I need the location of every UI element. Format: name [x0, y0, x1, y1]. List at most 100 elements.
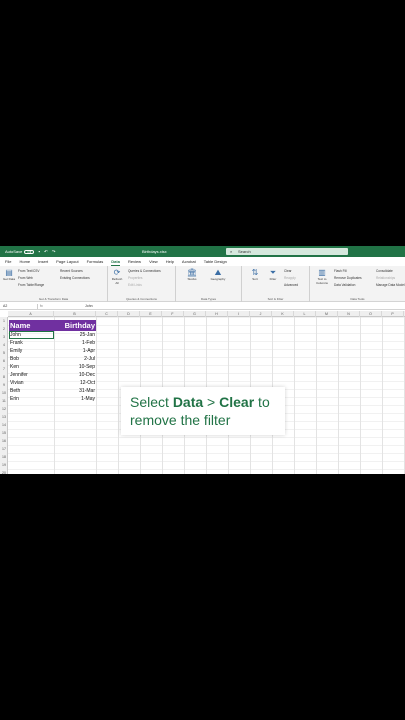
queries-connections-button[interactable]: Queries & Connections	[128, 269, 161, 273]
clear-button[interactable]: Clear	[284, 269, 292, 273]
fx-icon[interactable]: fx	[40, 304, 43, 309]
column-gridline	[294, 317, 295, 474]
stocks-icon: 🏛	[186, 268, 198, 277]
tab-data[interactable]: Data	[111, 258, 120, 266]
tab-help[interactable]: Help	[166, 258, 174, 266]
tab-view[interactable]: View	[149, 258, 158, 266]
filter-button[interactable]: ⏷ Filter	[266, 268, 280, 281]
text-to-columns-button[interactable]: ▥ Text to Columns	[314, 268, 330, 285]
row-header[interactable]: 19	[0, 461, 8, 469]
row-header[interactable]: 6	[0, 357, 8, 365]
tab-table-design[interactable]: Table Design	[204, 258, 227, 266]
group-data-types: 🏛 Stocks ⛰ Geography Data Types	[176, 266, 242, 302]
remove-duplicates-button[interactable]: Remove Duplicates	[334, 276, 362, 280]
data-validation-button[interactable]: Data Validation	[334, 283, 355, 287]
excel-window: AutoSave Off ▪ ↶ ↷ Birthdays.xlsx ⌕ Sear…	[0, 246, 405, 474]
edit-links-button[interactable]: Edit Links	[128, 283, 142, 287]
row-header[interactable]: 9	[0, 381, 8, 389]
relationships-button[interactable]: Relationships	[376, 276, 395, 280]
from-table-button[interactable]: From Table/Range	[18, 283, 44, 287]
geography-button[interactable]: ⛰ Geography	[206, 268, 230, 281]
row-header[interactable]: 1	[0, 317, 8, 325]
name-cell[interactable]: Frank	[9, 339, 54, 347]
row-header[interactable]: 8	[0, 373, 8, 381]
row-header[interactable]: 11	[0, 397, 8, 405]
group-label: Data Types	[200, 297, 217, 301]
callout-separator: >	[203, 394, 220, 410]
flash-fill-button[interactable]: Flash Fill	[334, 269, 347, 273]
birthday-cell[interactable]: 25-Jan	[54, 331, 96, 339]
row-header[interactable]: 3	[0, 333, 8, 341]
stocks-button[interactable]: 🏛 Stocks	[182, 268, 202, 281]
name-cell[interactable]: Vivian	[9, 379, 54, 387]
birthday-cell[interactable]: 31-Mar	[54, 387, 96, 395]
birthday-cell[interactable]: 10-Dec	[54, 371, 96, 379]
tab-formulas[interactable]: Formulas	[87, 258, 104, 266]
manage-data-model-button[interactable]: Manage Data Model	[376, 283, 405, 287]
name-cell[interactable]: Emily	[9, 347, 54, 355]
row-header[interactable]: 10	[0, 389, 8, 397]
search-input[interactable]: ⌕ Search	[226, 248, 348, 255]
document-title[interactable]: Birthdays.xlsx	[142, 249, 167, 254]
birthday-cell[interactable]: 10-Sep	[54, 363, 96, 371]
recent-sources-button[interactable]: Recent Sources	[60, 269, 83, 273]
row-header[interactable]: 12	[0, 405, 8, 413]
header-name-cell[interactable]: Name	[9, 320, 54, 331]
undo-icon[interactable]: ↶	[44, 249, 48, 255]
name-cell[interactable]: Bob	[9, 355, 54, 363]
row-header[interactable]: 16	[0, 437, 8, 445]
birthday-cell[interactable]: 1-May	[54, 395, 96, 403]
birthday-cell[interactable]: 1-Apr	[54, 347, 96, 355]
tab-page-layout[interactable]: Page Layout	[56, 258, 78, 266]
column-gridline	[360, 317, 361, 474]
birthday-cell[interactable]: 2-Jul	[54, 355, 96, 363]
row-header[interactable]: 14	[0, 421, 8, 429]
row-header[interactable]: 4	[0, 341, 8, 349]
refresh-all-button[interactable]: ⟳ Refresh All	[110, 268, 124, 285]
name-cell[interactable]: John	[9, 331, 54, 339]
header-birthday-cell[interactable]: Birthday	[54, 320, 96, 331]
row-header[interactable]: 2	[0, 325, 8, 333]
redo-icon[interactable]: ↷	[52, 249, 56, 255]
name-cell[interactable]: Ken	[9, 363, 54, 371]
tab-review[interactable]: Review	[128, 258, 141, 266]
autosave[interactable]: AutoSave Off	[5, 249, 35, 254]
sort-icon: ⇅	[251, 268, 259, 277]
column-gridline	[316, 317, 317, 474]
advanced-button[interactable]: Advanced	[284, 283, 298, 287]
row-header[interactable]: 7	[0, 365, 8, 373]
sort-button[interactable]: ⇅ Sort	[248, 268, 262, 281]
save-icon[interactable]: ▪	[38, 249, 40, 254]
row-header[interactable]: 13	[0, 413, 8, 421]
name-box[interactable]: A2	[2, 304, 38, 309]
tab-file[interactable]: File	[5, 258, 11, 266]
birthday-cell[interactable]: 1-Feb	[54, 339, 96, 347]
tab-home[interactable]: Home	[19, 258, 30, 266]
row-header[interactable]: 18	[0, 453, 8, 461]
birthday-cell[interactable]: 12-Oct	[54, 379, 96, 387]
from-text-button[interactable]: From Text/CSV	[18, 269, 40, 273]
properties-button[interactable]: Properties	[128, 276, 143, 280]
reapply-button[interactable]: Reapply	[284, 276, 296, 280]
row-header[interactable]: 15	[0, 429, 8, 437]
consolidate-button[interactable]: Consolidate	[376, 269, 393, 273]
row-header[interactable]: 17	[0, 445, 8, 453]
get-data-button[interactable]: ▤ Get Data	[2, 268, 16, 281]
spreadsheet-grid[interactable]: ABCDEFGHIJKLMNOP 1 2 3 4 5 6 7 8 9 10 11 12 13 14 15 16…	[0, 311, 405, 474]
database-icon: ▤	[5, 268, 13, 277]
tab-acrobat[interactable]: Acrobat	[182, 258, 196, 266]
group-sort-filter: ⇅ Sort ⏷ Filter Clear Reapply Advanced S…	[242, 266, 310, 302]
name-cell[interactable]: Beth	[9, 387, 54, 395]
formula-input[interactable]: John	[85, 304, 93, 309]
group-label: Data Tools	[350, 297, 365, 301]
existing-connections-button[interactable]: Existing Connections	[60, 276, 90, 280]
group-queries: ⟳ Refresh All Queries & Connections Prop…	[108, 266, 176, 302]
name-cell[interactable]: Erin	[9, 395, 54, 403]
autosave-toggle[interactable]: Off	[24, 249, 35, 254]
row-header[interactable]: 5	[0, 349, 8, 357]
instruction-callout: Select Data > Clear to remove the filter	[121, 387, 285, 435]
name-cell[interactable]: Jennifer	[9, 371, 54, 379]
from-web-button[interactable]: From Web	[18, 276, 33, 280]
row-header[interactable]: 20	[0, 469, 8, 474]
tab-insert[interactable]: Insert	[38, 258, 48, 266]
